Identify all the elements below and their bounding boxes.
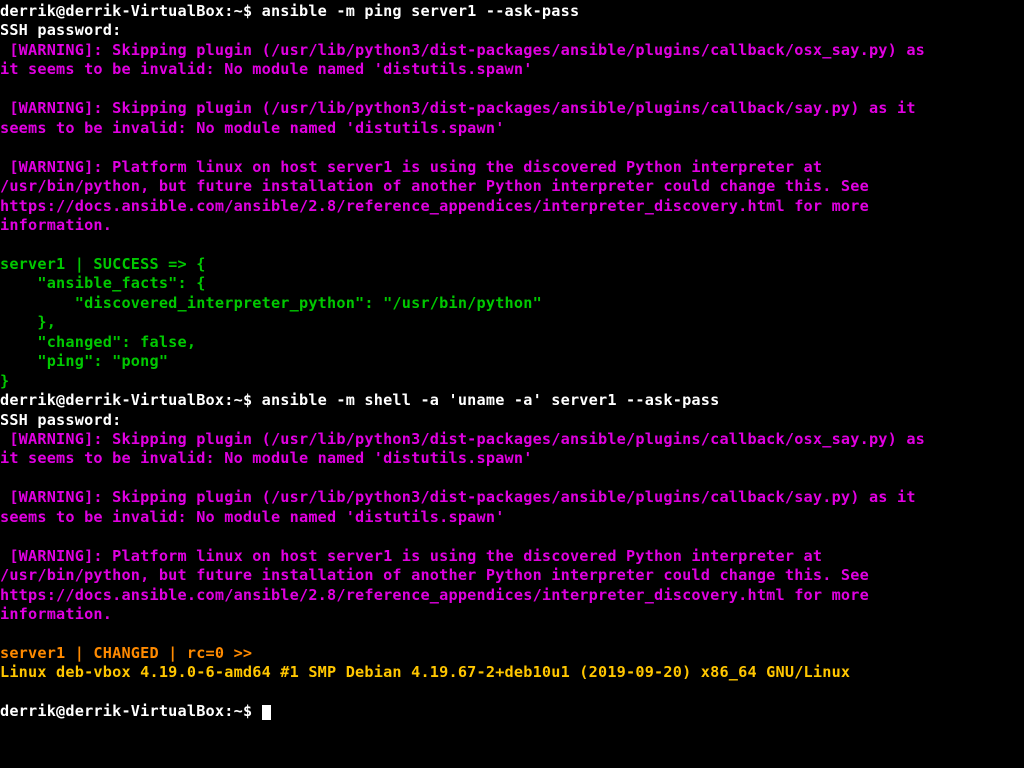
prompt-line-2: derrik@derrik-VirtualBox:~$ ansible -m s… [0, 391, 719, 409]
terminal[interactable]: derrik@derrik-VirtualBox:~$ ansible -m p… [0, 0, 1024, 722]
cursor [262, 705, 271, 720]
prompt-path: ~ [234, 2, 243, 20]
prompt-path: ~ [234, 391, 243, 409]
ansible-changed-header: server1 | CHANGED | rc=0 >> [0, 644, 252, 662]
prompt-line-1: derrik@derrik-VirtualBox:~$ ansible -m p… [0, 2, 579, 20]
ansible-success-output: server1 | SUCCESS => { "ansible_facts": … [0, 255, 542, 390]
warning-interpreter-2: [WARNING]: Platform linux on host server… [0, 547, 869, 623]
ssh-password-prompt: SSH password: [0, 411, 131, 429]
warning-osx-say: [WARNING]: Skipping plugin (/usr/lib/pyt… [0, 41, 925, 78]
prompt-path: ~ [234, 702, 243, 720]
warning-say: [WARNING]: Skipping plugin (/usr/lib/pyt… [0, 99, 916, 136]
uname-output: Linux deb-vbox 4.19.0-6-amd64 #1 SMP Deb… [0, 663, 850, 681]
prompt-user: derrik@derrik-VirtualBox [0, 2, 224, 20]
ssh-password-prompt: SSH password: [0, 21, 131, 39]
command-1: ansible -m ping server1 --ask-pass [262, 2, 580, 20]
warning-say-2: [WARNING]: Skipping plugin (/usr/lib/pyt… [0, 488, 916, 525]
warning-interpreter: [WARNING]: Platform linux on host server… [0, 158, 869, 234]
prompt-line-3: derrik@derrik-VirtualBox:~$ [0, 702, 262, 720]
command-2: ansible -m shell -a 'uname -a' server1 -… [262, 391, 720, 409]
prompt-user: derrik@derrik-VirtualBox [0, 391, 224, 409]
prompt-user: derrik@derrik-VirtualBox [0, 702, 224, 720]
warning-osx-say-2: [WARNING]: Skipping plugin (/usr/lib/pyt… [0, 430, 925, 467]
